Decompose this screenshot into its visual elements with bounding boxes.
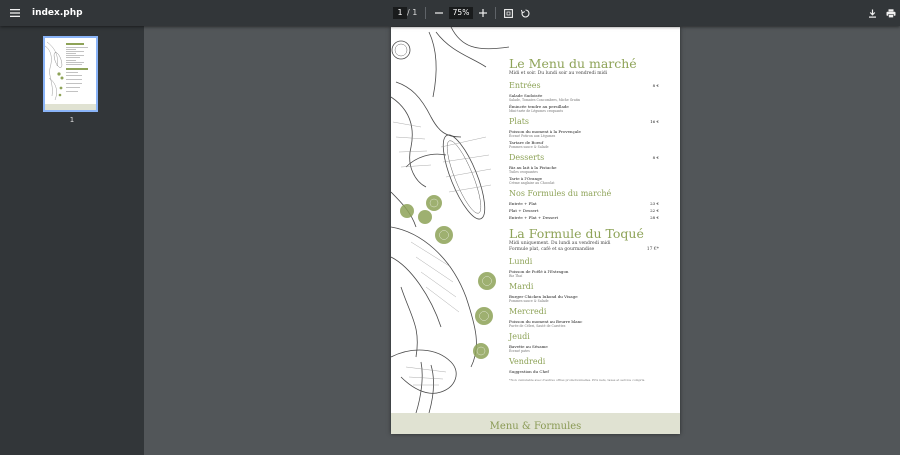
footer-title: Menu & Formules (489, 421, 582, 432)
menu-item-desc: Écrasé Potiron aux Légumes (509, 134, 556, 138)
formule-name: Entrée + Plat + Dessert (509, 215, 559, 220)
menu-item-desc: Crème anglaise au Chocolat (509, 181, 555, 185)
thumbnail-page-number: 1 (69, 116, 75, 124)
formule-name: Entrée + Plat (509, 201, 537, 206)
day-title: Vendredi (509, 357, 546, 366)
section-price: 8 € (652, 83, 659, 88)
formule-row: Plat + Dessert 22 € (509, 208, 659, 213)
day-lundi: Lundi Poisson de Poêlé à l'Estragon Riz … (509, 257, 659, 278)
print-icon (886, 8, 896, 18)
menu-title: Le Menu du marché (509, 56, 637, 71)
page-total: 1 (412, 8, 418, 17)
formule-toque-title: La Formule du Toqué (509, 226, 644, 241)
rotate-button[interactable] (518, 0, 532, 26)
formule-name: Plat + Dessert (509, 208, 539, 213)
zoom-in-button[interactable] (476, 0, 490, 26)
formule-toque-desc: Formule plat, café et sa gourmandise (509, 247, 595, 252)
plus-icon (479, 9, 487, 17)
day-vendredi: Vendredi Suggestion du Chef (509, 357, 659, 374)
day-desc: Riz Thaï (509, 274, 523, 278)
fit-page-button[interactable] (501, 0, 515, 26)
footnote: *Non cumulable avec d'autres offres prom… (509, 378, 646, 382)
section-title: Plats (509, 117, 530, 126)
menu-button[interactable] (6, 0, 24, 26)
menu-item-desc: Tuiles croquantes (509, 170, 538, 174)
formule-price: 22 € (650, 208, 659, 213)
menu-item-desc: Salade, Tomates Concombres, Miche Gratin (509, 98, 581, 102)
vegetable-illustration (391, 27, 509, 413)
day-desc: Pommes sauce & Salade (509, 299, 549, 303)
zoom-input[interactable]: 75% (449, 7, 473, 19)
day-desc: Purée de Céleri, Sauté de Carottes (509, 324, 566, 328)
toolbar-divider (495, 7, 496, 19)
thumbnail-preview (45, 38, 96, 110)
section-plats: Plats 16 € Poisson du moment à la Provenç… (509, 113, 659, 149)
day-mardi: Mardi Burger Chicken Iukond du Visage Po… (509, 282, 659, 303)
formule-row: Entrée + Plat 23 € (509, 201, 659, 206)
section-title: Desserts (509, 153, 545, 162)
download-icon (868, 9, 876, 18)
rotate-icon (520, 8, 530, 17)
page-thumbnail[interactable] (43, 36, 98, 112)
page-separator: / (407, 8, 410, 17)
section-formules: Nos Formules du marché Entrée + Plat 23 €… (509, 189, 659, 220)
section-entrees: Entrées 8 € Salade Sudoisée Salade, Tomat… (509, 77, 659, 113)
zoom-out-button[interactable] (432, 0, 446, 26)
print-button[interactable] (884, 0, 898, 26)
document-title: index.php (32, 8, 83, 18)
day-mercredi: Mercredi Poisson du moment au Beurre bla… (509, 307, 659, 328)
formule-row: Entrée + Plat + Dessert 28 € (509, 215, 659, 220)
day-title: Lundi (509, 257, 533, 266)
day-jeudi: Jeudi Bavette au Sésame Écrasé pates (509, 332, 659, 353)
minus-icon (435, 12, 443, 14)
section-desserts: Desserts 8 € Riz au lait à la Pistache Tu… (509, 149, 659, 185)
page-number-input[interactable]: 1 (393, 7, 407, 19)
day-title: Jeudi (509, 332, 530, 341)
section-price: 8 € (652, 155, 659, 160)
section-title: Entrées (509, 81, 541, 90)
pdf-toolbar: index.php 1 / 1 75% (0, 0, 900, 26)
formule-price: 28 € (650, 215, 659, 220)
formule-toque-row: Formule plat, café et sa gourmandise 17 €… (509, 247, 659, 253)
menu-icon (10, 9, 20, 17)
day-item: Suggestion du Chef (509, 369, 549, 374)
menu-content: Le Menu du marché Midi et soir. Du lundi… (509, 56, 659, 383)
download-button[interactable] (865, 0, 879, 26)
toolbar-divider (425, 7, 426, 19)
day-title: Mardi (509, 282, 534, 291)
pdf-page: Le Menu du marché Midi et soir. Du lundi… (391, 27, 680, 434)
page-count: / 1 (407, 0, 417, 26)
formule-toque-price: 17 €* (646, 247, 659, 252)
day-desc: Écrasé pates (509, 349, 530, 353)
section-title: Nos Formules du marché (509, 189, 612, 198)
formule-price: 23 € (650, 201, 659, 206)
fit-page-icon (503, 8, 513, 18)
day-title: Mercredi (509, 307, 547, 316)
section-price: 16 € (650, 119, 659, 124)
